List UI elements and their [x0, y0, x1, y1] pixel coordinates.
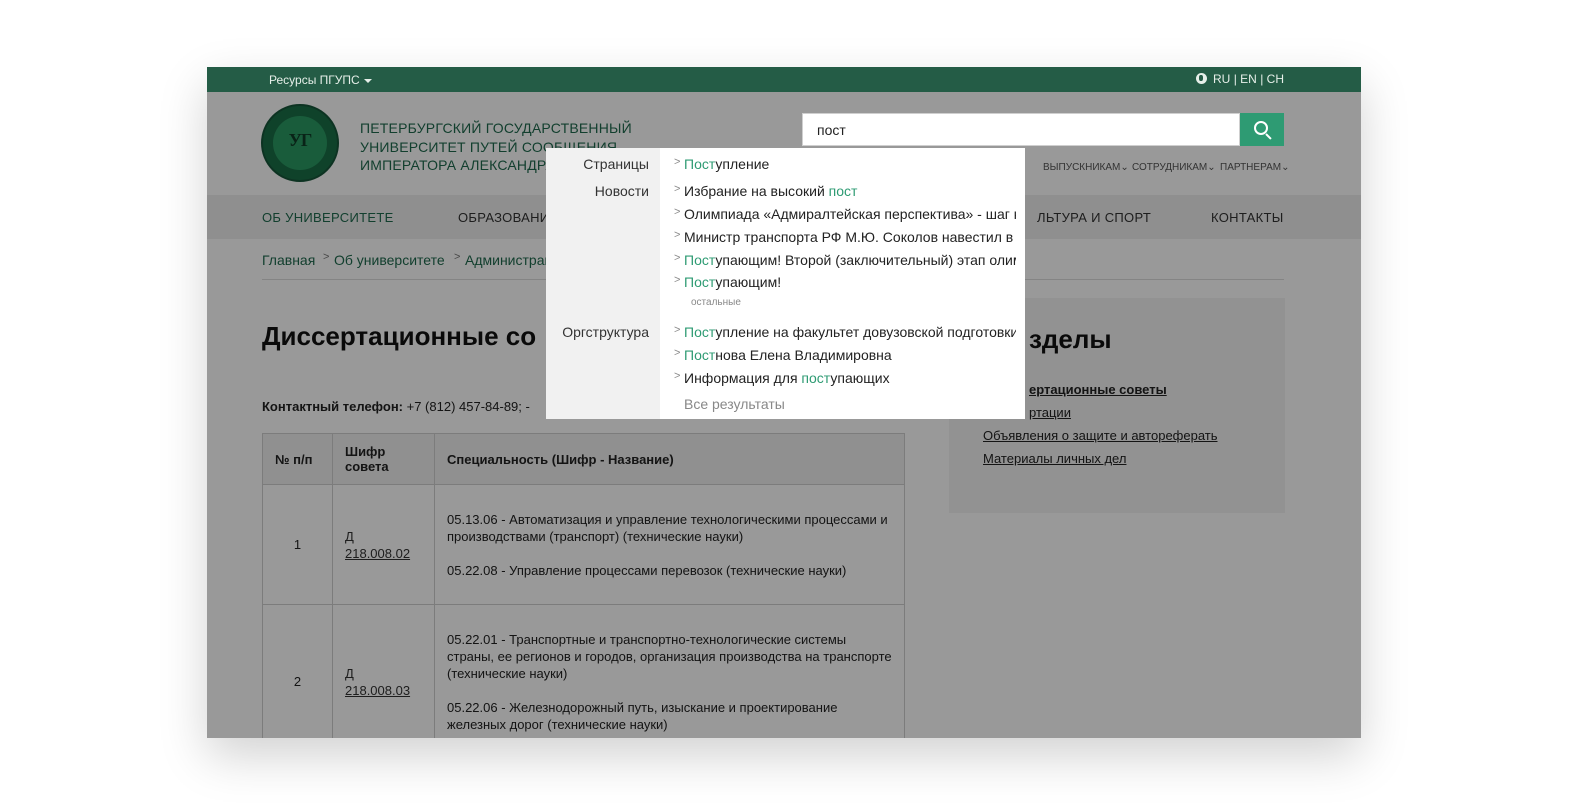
suggestion-text: Министр транспорта РФ М.Ю. Соколов навес… — [684, 229, 1014, 245]
suggestion-text: упление — [715, 156, 770, 172]
search-input[interactable]: пост — [802, 113, 1240, 146]
chevron-right-icon: > — [674, 206, 681, 218]
suggestion-text: Олимпиада «Адмиралтейская перспектива» -… — [684, 206, 1016, 222]
category-news: Новости — [594, 183, 649, 199]
browser-viewport: Ресурсы ПГУПС RU | EN | CH УГ ПЕТЕРБУРГС… — [207, 67, 1361, 738]
language-switcher: RU | EN | CH — [1195, 72, 1284, 86]
chevron-right-icon: > — [674, 229, 681, 241]
lang-en[interactable]: EN — [1240, 72, 1257, 86]
resources-menu[interactable]: Ресурсы ПГУПС — [269, 73, 372, 87]
suggestion-text: упающим! — [715, 274, 782, 290]
category-orgstructure: Оргструктура — [562, 324, 649, 340]
chevron-right-icon: > — [674, 274, 681, 286]
match-highlight: Пост — [684, 324, 716, 340]
all-results-link[interactable]: Все результаты — [684, 396, 785, 412]
suggestion-text: упающих — [830, 370, 890, 386]
chevron-right-icon: > — [674, 347, 681, 359]
lang-ch[interactable]: CH — [1267, 72, 1284, 86]
suggestion-item[interactable]: Поступление — [684, 156, 1016, 172]
lang-separator: | — [1233, 72, 1237, 86]
suggestion-text: нова Елена Владимировна — [715, 347, 892, 363]
chevron-right-icon: > — [674, 156, 681, 168]
match-highlight: пост — [801, 370, 831, 386]
match-highlight: пост — [828, 183, 858, 199]
more-news-link[interactable]: остальные — [691, 297, 741, 308]
globe-icon — [1195, 73, 1207, 84]
suggestion-item[interactable]: Олимпиада «Адмиралтейская перспектива» -… — [684, 206, 1016, 222]
top-bar: Ресурсы ПГУПС RU | EN | CH — [207, 67, 1361, 92]
suggestion-item[interactable]: Поступающим! — [684, 274, 1016, 290]
search-suggestions: Страницы Новости Оргструктура > Поступле… — [546, 148, 1025, 419]
match-highlight: Пост — [684, 274, 716, 290]
chevron-right-icon: > — [674, 252, 681, 264]
chevron-right-icon: > — [674, 324, 681, 336]
chevron-down-icon — [363, 78, 372, 83]
suggestion-text: упающим! Второй (заключительный) этап ол… — [715, 252, 1016, 268]
suggestion-item[interactable]: Министр транспорта РФ М.Ю. Соколов навес… — [684, 229, 1016, 245]
search-icon-handle — [1265, 133, 1272, 140]
search-button[interactable] — [1240, 113, 1284, 146]
lang-ru[interactable]: RU — [1213, 72, 1230, 86]
resources-label: Ресурсы ПГУПС — [269, 73, 360, 87]
suggestion-item[interactable]: Поступление на факультет довузовской под… — [684, 324, 1016, 340]
suggestion-item[interactable]: Поступающим! Второй (заключительный) эта… — [684, 252, 1016, 268]
suggestion-item[interactable]: Информация для поступающих — [684, 370, 1016, 386]
lang-separator: | — [1260, 72, 1264, 86]
chevron-right-icon: > — [674, 370, 681, 382]
category-pages: Страницы — [583, 156, 649, 172]
match-highlight: Пост — [684, 156, 716, 172]
chevron-right-icon: > — [674, 183, 681, 195]
suggestion-item[interactable]: Избрание на высокий пост — [684, 183, 1016, 199]
match-highlight: Пост — [684, 252, 716, 268]
suggestion-text: Информация для — [684, 370, 802, 386]
match-highlight: Пост — [684, 347, 716, 363]
suggestion-text: упление на факультет довузовской подгото… — [715, 324, 1016, 340]
suggestion-text: Избрание на высокий — [684, 183, 829, 199]
suggestion-item[interactable]: Постнова Елена Владимировна — [684, 347, 1016, 363]
